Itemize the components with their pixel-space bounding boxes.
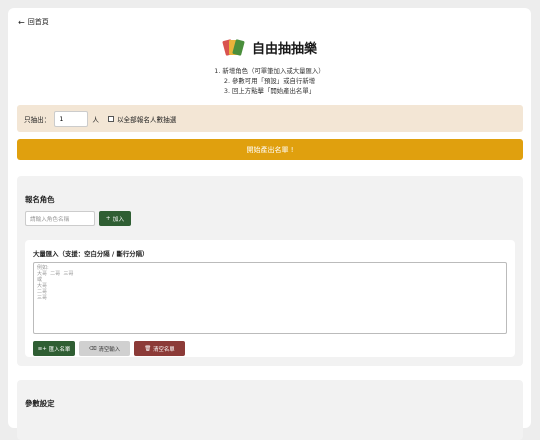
bulk-import-card: 大量匯入（支援：空白分隔 / 斷行分隔） 例如: 大哥 二哥 三哥 或 大哥 二… [25, 240, 515, 357]
back-home-label: 回首頁 [27, 18, 49, 26]
eraser-icon: ⌫ [88, 345, 97, 352]
trash-icon: 🗑 [144, 345, 152, 352]
clear-input-label: 清空輸入 [98, 346, 121, 353]
draw-count-panel: 只抽出： 人 以全部報名人數抽選 [17, 105, 523, 132]
instruction-step-2: 2. 參數可用「預設」或自行新增 [223, 77, 316, 85]
clear-list-button[interactable]: 🗑 清空名單 [134, 341, 185, 356]
bulk-actions: ≡+ 匯入名單 ⌫ 清空輸入 🗑 清空名單 [33, 341, 185, 356]
back-home-link[interactable]: ← 回首頁 [18, 17, 49, 27]
role-name-input[interactable]: 請輸入角色名稱 [25, 211, 95, 226]
arrow-left-icon: ← [18, 17, 25, 27]
list-add-icon: ≡+ [37, 345, 47, 352]
draw-count-input[interactable] [54, 110, 89, 127]
add-role-button[interactable]: + 加入 [99, 211, 131, 226]
register-title: 報名角色 [25, 195, 55, 204]
instruction-step-1: 1. 新增角色（可單筆加入或大量匯入） [214, 67, 325, 75]
bulk-import-title: 大量匯入（支援：空白分隔 / 斷行分隔） [33, 250, 149, 258]
clear-list-label: 清空名單 [153, 346, 175, 353]
draw-count-label: 只抽出： [24, 115, 51, 124]
start-draw-button[interactable]: 開始產出名單 ! [17, 139, 523, 160]
page-header: 自由抽抽樂 [8, 38, 531, 57]
params-title: 參數設定 [25, 399, 55, 408]
draw-all-checkbox[interactable] [107, 115, 114, 122]
draw-count-unit: 人 [92, 115, 99, 124]
params-section: 參數設定 [17, 380, 523, 440]
import-list-button[interactable]: ≡+ 匯入名單 [33, 341, 75, 356]
clear-input-button[interactable]: ⌫ 清空輸入 [79, 341, 130, 356]
plus-icon: + [105, 215, 111, 222]
instruction-step-3: 3. 回上方點擊「開始產出名單」 [223, 87, 316, 95]
draw-all-label[interactable]: 以全部報名人數抽選 [117, 114, 176, 124]
playing-cards-icon [222, 38, 245, 57]
add-role-label: 加入 [112, 217, 125, 223]
instructions: 1. 新增角色（可單筆加入或大量匯入） 2. 參數可用「預設」或自行新增 3. … [8, 66, 531, 96]
page-title: 自由抽抽樂 [251, 42, 317, 57]
bulk-import-textarea[interactable]: 例如: 大哥 二哥 三哥 或 大哥 二哥 三哥 [33, 262, 507, 334]
main-card: ← 回首頁 自由抽抽樂 1. 新增角色（可單筆加入或大量匯入） 2. 參數可用「… [8, 8, 531, 440]
import-list-label: 匯入名單 [48, 346, 71, 353]
register-section: 報名角色 請輸入角色名稱 + 加入 大量匯入（支援：空白分隔 / 斷行分隔） 例… [17, 176, 523, 366]
